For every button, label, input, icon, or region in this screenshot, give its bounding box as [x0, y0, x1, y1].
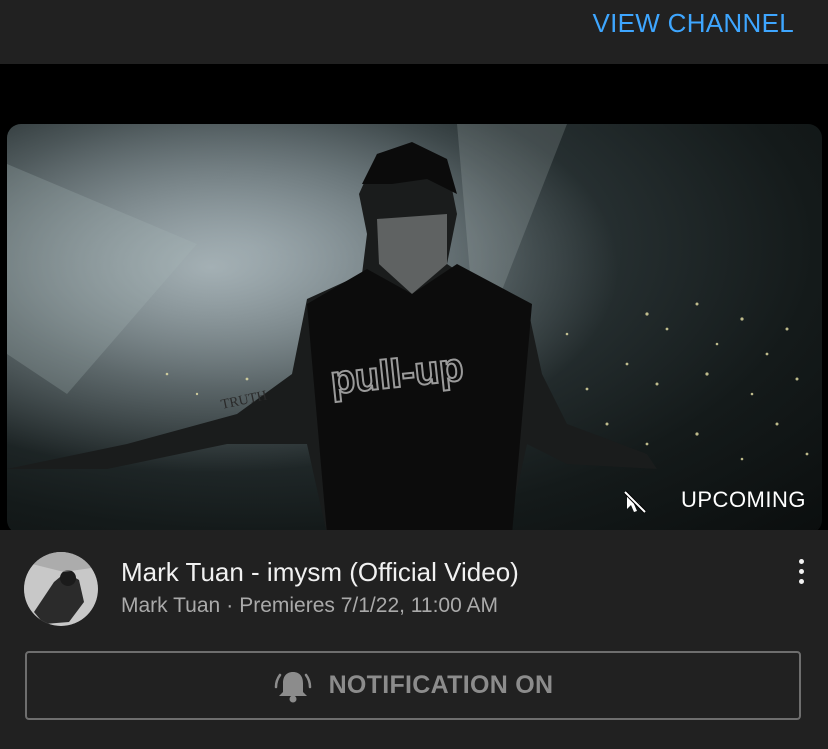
- premiere-date: Premieres 7/1/22, 11:00 AM: [239, 594, 498, 617]
- video-info: Mark Tuan - imysm (Official Video) Mark …: [0, 530, 828, 749]
- notification-button[interactable]: NOTIFICATION ON: [25, 651, 801, 720]
- view-channel-button[interactable]: VIEW CHANNEL: [592, 8, 794, 39]
- video-title[interactable]: Mark Tuan - imysm (Official Video): [121, 557, 519, 588]
- video-subtitle: Mark Tuan · Premieres 7/1/22, 11:00 AM: [121, 594, 498, 618]
- video-thumbnail[interactable]: pull-up TRUTH: [7, 124, 822, 534]
- channel-avatar[interactable]: [24, 552, 98, 626]
- top-bar: VIEW CHANNEL: [0, 0, 828, 64]
- upcoming-badge: UPCOMING: [681, 487, 806, 512]
- thumbnail-artwork: pull-up TRUTH: [7, 124, 822, 534]
- notification-label: NOTIFICATION ON: [328, 671, 554, 699]
- bell-ringing-icon: [274, 671, 311, 702]
- more-vert-icon[interactable]: [786, 554, 816, 594]
- avatar-image: [24, 552, 98, 626]
- separator: ·: [226, 594, 234, 617]
- channel-name[interactable]: Mark Tuan: [121, 594, 220, 617]
- video-player[interactable]: pull-up TRUTH UPCOMING: [0, 64, 828, 534]
- no-cursor-icon: [623, 490, 647, 514]
